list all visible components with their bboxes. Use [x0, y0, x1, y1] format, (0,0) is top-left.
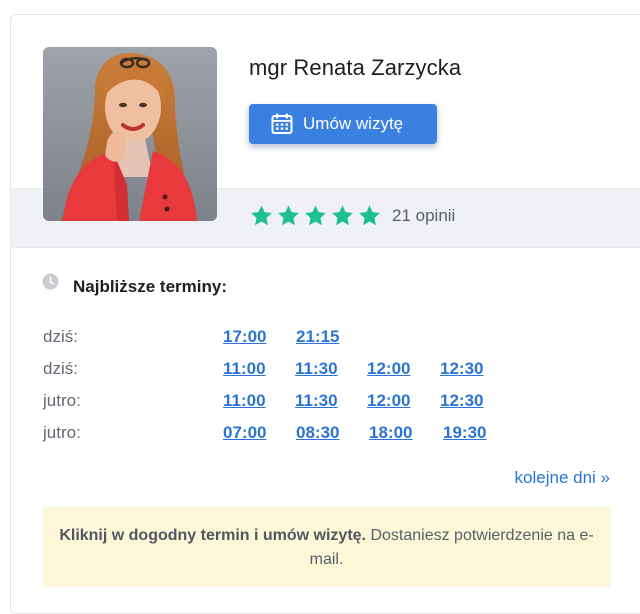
slot-day-label: dziś:	[43, 359, 78, 378]
slots-title: Najbliższe terminy:	[73, 277, 227, 296]
time-slot[interactable]: 17:00	[223, 327, 266, 347]
time-slot[interactable]: 08:30	[296, 423, 339, 443]
time-slot[interactable]: 12:00	[367, 391, 410, 411]
rating[interactable]: 21 opinii	[249, 204, 455, 228]
star-icon	[359, 205, 380, 226]
star-icon	[251, 205, 272, 226]
time-slot[interactable]: 07:00	[223, 423, 266, 443]
time-slot[interactable]: 18:00	[369, 423, 412, 443]
clock-icon	[42, 273, 59, 290]
time-slot[interactable]: 11:00	[223, 391, 266, 411]
star-icon	[332, 205, 353, 226]
time-slot[interactable]: 12:30	[440, 359, 483, 379]
slot-day-label: jutro:	[43, 423, 81, 442]
calendar-icon	[271, 113, 293, 134]
doctor-name[interactable]: mgr Renata Zarzycka	[249, 55, 461, 81]
doctor-portrait-image	[43, 47, 217, 221]
info-bold-text: Kliknij w dogodny termin i umów wizytę.	[59, 527, 366, 544]
time-slot[interactable]: 19:30	[443, 423, 486, 443]
more-days-link[interactable]: kolejne dni »	[515, 468, 610, 488]
book-visit-button[interactable]: Umów wizytę	[249, 104, 437, 144]
time-slot[interactable]: 11:30	[295, 391, 338, 411]
time-slot[interactable]: 21:15	[296, 327, 339, 347]
time-slot[interactable]: 12:00	[367, 359, 410, 379]
star-icon	[278, 205, 299, 226]
time-slot[interactable]: 11:00	[223, 359, 266, 379]
time-slot[interactable]: 12:30	[440, 391, 483, 411]
slot-day-label: dziś:	[43, 327, 78, 346]
doctor-photo[interactable]	[43, 47, 217, 221]
star-icon	[305, 205, 326, 226]
rating-stars	[249, 204, 384, 228]
booking-info-box: Kliknij w dogodny termin i umów wizytę. …	[43, 507, 610, 587]
reviews-count[interactable]: 21 opinii	[392, 206, 455, 226]
book-visit-label: Umów wizytę	[303, 114, 404, 133]
slot-day-label: jutro:	[43, 391, 81, 410]
time-slot[interactable]: 11:30	[295, 359, 338, 379]
